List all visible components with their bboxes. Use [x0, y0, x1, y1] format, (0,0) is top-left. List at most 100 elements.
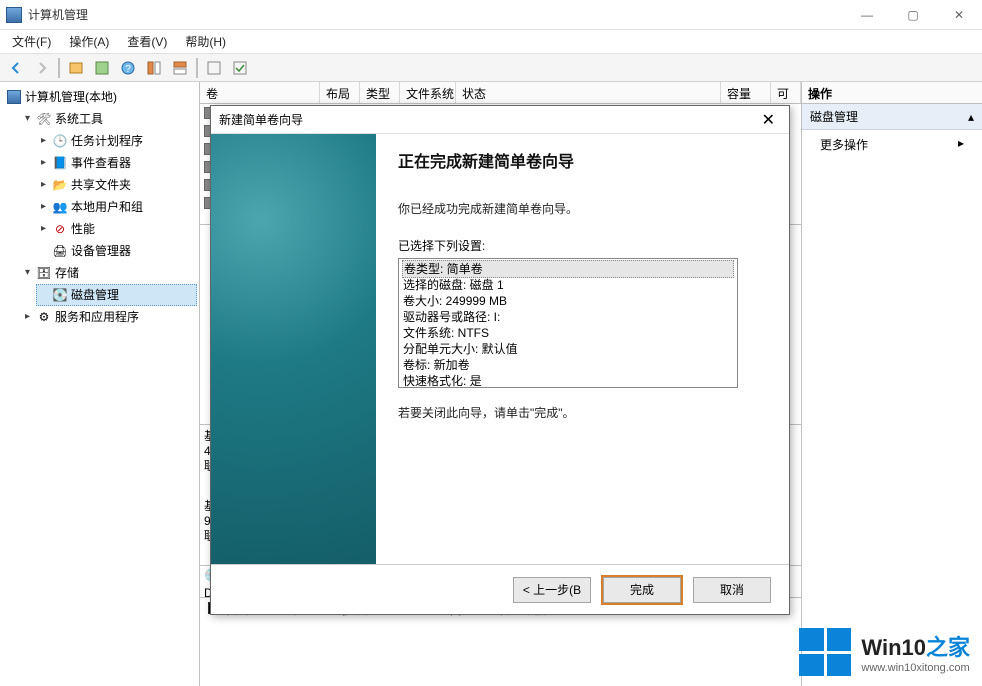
tree-device-manager[interactable]: 设备管理器: [36, 240, 197, 262]
chevron-right-icon[interactable]: ▸: [22, 307, 33, 327]
tree-services-label: 服务和应用程序: [55, 307, 139, 327]
menu-file[interactable]: 文件(F): [4, 31, 59, 52]
maximize-button[interactable]: ▢: [890, 0, 936, 30]
storage-icon: [36, 265, 52, 281]
wizard-settings-list[interactable]: 卷类型: 简单卷 选择的磁盘: 磁盘 1 卷大小: 249999 MB 驱动器号…: [398, 258, 738, 388]
toolbar: ?: [0, 54, 982, 82]
wizard-cancel-button[interactable]: 取消: [693, 577, 771, 603]
tree-storage-label: 存储: [55, 263, 79, 283]
users-icon: [52, 199, 68, 215]
app-icon: [6, 7, 22, 23]
forward-icon[interactable]: [30, 57, 54, 79]
col-fs[interactable]: 文件系统: [400, 82, 456, 103]
toolbar-button-2[interactable]: [90, 57, 114, 79]
menubar: 文件(F) 操作(A) 查看(V) 帮助(H): [0, 30, 982, 54]
chevron-down-icon[interactable]: ▾: [22, 109, 33, 129]
wizard-dialog: 新建简单卷向导 ✕ 正在完成新建简单卷向导 你已经成功完成新建简单卷向导。 已选…: [210, 105, 790, 615]
actions-group-diskmgmt[interactable]: 磁盘管理 ▴: [802, 104, 982, 130]
tree-diskmgmt-label: 磁盘管理: [71, 285, 119, 305]
wizard-side-graphic: [211, 134, 376, 564]
menu-view[interactable]: 查看(V): [119, 31, 175, 52]
event-icon: [52, 155, 68, 171]
col-capacity[interactable]: 容量: [721, 82, 771, 103]
wizard-setting-row[interactable]: 卷标: 新加卷: [403, 357, 733, 373]
toolbar-button-3[interactable]: [142, 57, 166, 79]
wizard-title: 新建简单卷向导: [219, 111, 303, 128]
wizard-setting-row[interactable]: 卷类型: 简单卷: [402, 260, 734, 278]
disk-icon: [52, 287, 68, 303]
menu-action[interactable]: 操作(A): [61, 31, 117, 52]
task-icon: [52, 133, 68, 149]
chevron-right-icon[interactable]: ▸: [38, 219, 49, 239]
wizard-back-button[interactable]: < 上一步(B: [513, 577, 591, 603]
help-icon[interactable]: ?: [116, 57, 140, 79]
tree-root[interactable]: 计算机管理(本地): [4, 86, 197, 108]
wizard-setting-row[interactable]: 分配单元大小: 默认值: [403, 341, 733, 357]
wizard-setting-row[interactable]: 文件系统: NTFS: [403, 325, 733, 341]
tree-storage[interactable]: ▾ 存储: [20, 262, 197, 284]
chevron-down-icon[interactable]: ▾: [22, 263, 33, 283]
tree-share-label: 共享文件夹: [71, 175, 131, 195]
toolbar-button-1[interactable]: [64, 57, 88, 79]
minimize-button[interactable]: —: [844, 0, 890, 30]
tree-perf-label: 性能: [71, 219, 95, 239]
tree-users-label: 本地用户和组: [71, 197, 143, 217]
actions-group-label: 磁盘管理: [810, 108, 858, 125]
wizard-setting-row[interactable]: 选择的磁盘: 磁盘 1: [403, 277, 733, 293]
toolbar-button-5[interactable]: [202, 57, 226, 79]
watermark-brand: Win10之家: [861, 630, 970, 662]
wizard-titlebar: 新建简单卷向导 ✕: [211, 106, 789, 134]
toolbar-button-6[interactable]: [228, 57, 252, 79]
wizard-content: 正在完成新建简单卷向导 你已经成功完成新建简单卷向导。 已选择下列设置: 卷类型…: [376, 134, 789, 564]
device-icon: [52, 243, 68, 259]
actions-more-label: 更多操作: [820, 136, 868, 153]
toolbar-button-4[interactable]: [168, 57, 192, 79]
tree-tools-label: 系统工具: [55, 109, 103, 129]
watermark-url: www.win10xitong.com: [861, 662, 970, 674]
wizard-heading: 正在完成新建简单卷向导: [398, 148, 767, 172]
wizard-footer: < 上一步(B 完成 取消: [211, 564, 789, 614]
chevron-right-icon[interactable]: ▸: [38, 153, 49, 173]
chevron-right-icon[interactable]: ▸: [38, 197, 49, 217]
services-icon: [36, 309, 52, 325]
col-type[interactable]: 类型: [360, 82, 400, 103]
col-available[interactable]: 可: [771, 82, 801, 103]
collapse-icon: ▴: [968, 110, 974, 124]
tree-disk-management[interactable]: 磁盘管理: [36, 284, 197, 306]
wizard-finish-button[interactable]: 完成: [603, 577, 681, 603]
back-icon[interactable]: [4, 57, 28, 79]
windows-logo-icon: [799, 628, 851, 676]
titlebar: 计算机管理 — ▢ ✕: [0, 0, 982, 30]
wizard-close-button[interactable]: ✕: [756, 110, 781, 130]
wizard-setting-row[interactable]: 快速格式化: 是: [403, 373, 733, 388]
share-icon: [52, 177, 68, 193]
tree-system-tools[interactable]: ▾ 🛠 系统工具: [20, 108, 197, 130]
actions-header: 操作: [802, 82, 982, 104]
tree-task-scheduler[interactable]: ▸任务计划程序: [36, 130, 197, 152]
window-title: 计算机管理: [28, 6, 88, 23]
chevron-right-icon[interactable]: ▸: [38, 131, 49, 151]
tree-root-label: 计算机管理(本地): [25, 87, 117, 107]
wizard-setting-row[interactable]: 驱动器号或路径: I:: [403, 309, 733, 325]
actions-more[interactable]: 更多操作 ▸: [802, 130, 982, 159]
col-layout[interactable]: 布局: [320, 82, 360, 103]
chevron-right-icon[interactable]: ▸: [38, 175, 49, 195]
tree-device-label: 设备管理器: [71, 241, 131, 261]
wizard-paragraph-2: 若要关闭此向导，请单击"完成"。: [398, 404, 767, 421]
watermark: Win10之家 www.win10xitong.com: [799, 628, 970, 676]
tree-local-users[interactable]: ▸ 本地用户和组: [36, 196, 197, 218]
wizard-setting-row[interactable]: 卷大小: 249999 MB: [403, 293, 733, 309]
tree-event-viewer[interactable]: ▸事件查看器: [36, 152, 197, 174]
tree-services-apps[interactable]: ▸ 服务和应用程序: [20, 306, 197, 328]
wizard-paragraph-1: 你已经成功完成新建简单卷向导。: [398, 200, 767, 217]
col-volume[interactable]: 卷: [200, 82, 320, 103]
menu-help[interactable]: 帮助(H): [177, 31, 234, 52]
svg-text:?: ?: [125, 64, 131, 75]
tree-shared-folders[interactable]: ▸ 共享文件夹: [36, 174, 197, 196]
tree-performance[interactable]: ▸ 性能: [36, 218, 197, 240]
perf-icon: [52, 221, 68, 237]
close-button[interactable]: ✕: [936, 0, 982, 30]
actions-pane: 操作 磁盘管理 ▴ 更多操作 ▸: [802, 82, 982, 686]
wizard-list-label: 已选择下列设置:: [398, 237, 767, 254]
col-status[interactable]: 状态: [456, 82, 721, 103]
